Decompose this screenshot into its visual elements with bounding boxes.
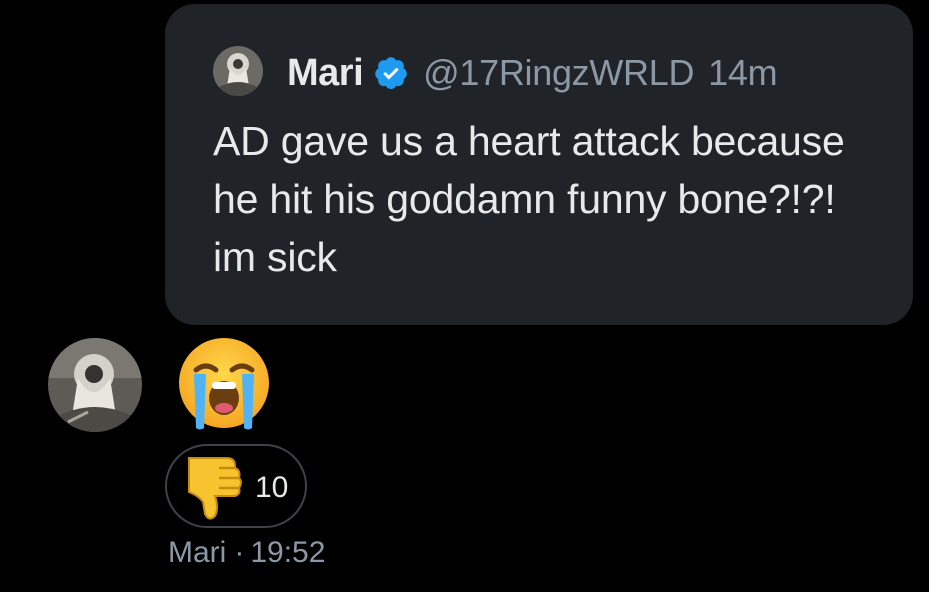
quoted-author-name[interactable]: Mari bbox=[287, 52, 364, 95]
meta-separator: · bbox=[234, 536, 245, 569]
quoted-tweet-header: Mari @17RingzWRLD 14m bbox=[287, 48, 778, 98]
quoted-tweet-timestamp[interactable]: 14m bbox=[708, 52, 777, 94]
message-meta: Mari · 19:52 bbox=[168, 536, 325, 570]
quoted-author-avatar[interactable] bbox=[213, 46, 263, 96]
emoji-message[interactable] bbox=[174, 336, 274, 432]
thumbs-down-icon bbox=[188, 457, 242, 520]
quoted-tweet-card[interactable]: Mari @17RingzWRLD 14m AD gave us a heart… bbox=[165, 4, 913, 325]
sender-avatar[interactable] bbox=[48, 338, 142, 432]
reaction-count: 10 bbox=[255, 471, 289, 504]
verified-badge-icon bbox=[375, 57, 407, 90]
reaction-pill[interactable]: 10 bbox=[165, 444, 307, 528]
dm-conversation: Mari @17RingzWRLD 14m AD gave us a heart… bbox=[0, 0, 929, 592]
loudly-crying-face-icon bbox=[179, 338, 269, 430]
user-avatar-icon bbox=[213, 46, 263, 96]
message-timestamp: 19:52 bbox=[250, 536, 326, 569]
user-avatar-icon bbox=[48, 338, 142, 432]
quoted-tweet-text: AD gave us a heart attack because he hit… bbox=[213, 118, 845, 280]
sender-name: Mari bbox=[168, 536, 227, 569]
quoted-author-handle[interactable]: @17RingzWRLD bbox=[423, 52, 694, 94]
